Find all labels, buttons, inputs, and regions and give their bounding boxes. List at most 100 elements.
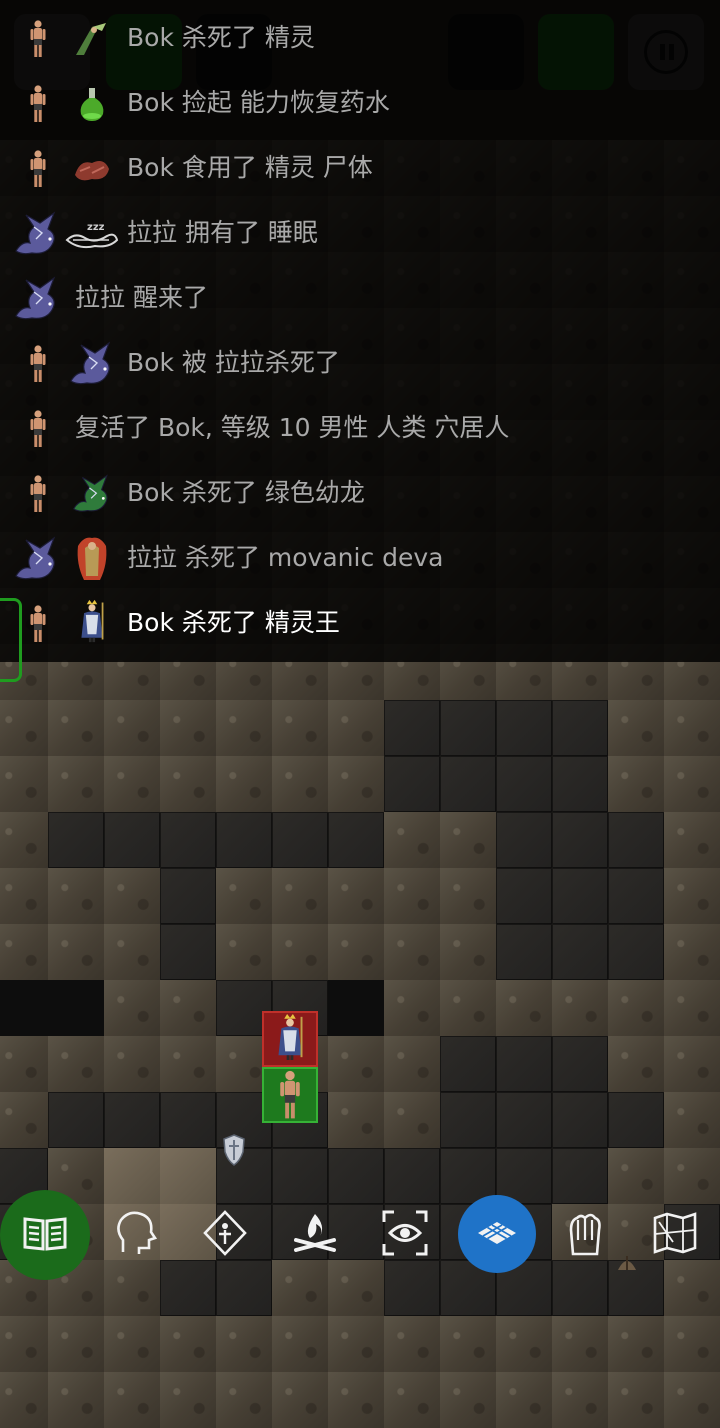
floor-tile[interactable] [216,812,272,868]
rock-wall-tile[interactable] [608,700,664,756]
rock-wall-tile[interactable] [664,700,720,756]
rock-wall-tile[interactable] [608,756,664,812]
log-scroll-marker[interactable] [0,598,22,682]
rock-wall-tile[interactable] [552,1372,608,1428]
rock-wall-tile[interactable] [496,1372,552,1428]
rock-wall-tile[interactable] [664,756,720,812]
rock-wall-tile[interactable] [384,1372,440,1428]
floor-tile[interactable] [160,1092,216,1148]
log-entry[interactable]: Bok 杀死了 精灵 [0,8,720,70]
rock-wall-tile[interactable] [104,756,160,812]
rock-wall-tile[interactable] [104,700,160,756]
rock-wall-tile[interactable] [216,700,272,756]
rock-wall-tile[interactable] [216,1372,272,1428]
rock-wall-tile[interactable] [0,756,48,812]
rock-wall-tile[interactable] [272,868,328,924]
rock-wall-tile[interactable] [384,1036,440,1092]
rock-wall-tile[interactable] [0,1372,48,1428]
rock-wall-tile[interactable] [664,868,720,924]
rock-wall-tile[interactable] [48,1036,104,1092]
rock-wall-tile[interactable] [496,980,552,1036]
floor-tile[interactable] [496,1092,552,1148]
log-entry[interactable]: Bok 食用了 精灵 尸体 [0,138,720,200]
floor-tile[interactable] [552,700,608,756]
rock-wall-tile[interactable] [328,1316,384,1372]
inventory-button[interactable] [540,1190,630,1280]
rock-wall-tile[interactable] [104,1316,160,1372]
rock-wall-tile[interactable] [328,868,384,924]
rock-wall-tile[interactable] [328,1372,384,1428]
rock-wall-tile[interactable] [496,1316,552,1372]
log-entry[interactable]: Bok 杀死了 精灵王 [0,593,720,655]
floor-tile[interactable] [160,812,216,868]
rock-wall-tile[interactable] [216,868,272,924]
rest-button[interactable] [270,1190,360,1280]
rock-wall-tile[interactable] [552,1316,608,1372]
floor-tile[interactable] [608,1092,664,1148]
floor-tile[interactable] [496,812,552,868]
world-map-button[interactable] [630,1190,720,1280]
rock-wall-tile[interactable] [440,868,496,924]
rock-wall-tile[interactable] [216,756,272,812]
floor-tile[interactable] [160,924,216,980]
rock-wall-tile[interactable] [608,1372,664,1428]
floor-tile[interactable] [552,812,608,868]
log-entry[interactable]: Bok 捡起 能力恢复药水 [0,73,720,135]
rock-wall-tile[interactable] [440,812,496,868]
rock-wall-tile[interactable] [384,1316,440,1372]
rock-wall-tile[interactable] [0,812,48,868]
rock-wall-tile[interactable] [160,1372,216,1428]
rock-wall-tile[interactable] [216,1316,272,1372]
rock-wall-tile[interactable] [328,700,384,756]
rock-wall-tile[interactable] [608,1316,664,1372]
floor-tile[interactable] [384,700,440,756]
rock-wall-tile[interactable] [104,924,160,980]
rock-wall-tile[interactable] [160,1036,216,1092]
log-entry[interactable]: 拉拉 杀死了 movanic deva [0,528,720,590]
floor-tile[interactable] [48,812,104,868]
floor-tile[interactable] [552,1036,608,1092]
floor-tile[interactable] [496,1036,552,1092]
floor-tile[interactable] [608,812,664,868]
rock-wall-tile[interactable] [664,1372,720,1428]
rock-wall-tile[interactable] [0,924,48,980]
rock-wall-tile[interactable] [0,868,48,924]
rock-wall-tile[interactable] [664,980,720,1036]
look-button[interactable] [360,1190,450,1280]
floor-tile[interactable] [552,868,608,924]
floor-tile[interactable] [160,868,216,924]
floor-tile[interactable] [552,756,608,812]
log-entry[interactable]: zzz 拉拉 拥有了 睡眠 [0,203,720,265]
void-tile[interactable] [48,980,104,1036]
rock-wall-tile[interactable] [664,1092,720,1148]
log-entry[interactable]: Bok 杀死了 绿色幼龙 [0,463,720,525]
rock-wall-tile[interactable] [664,924,720,980]
floor-tile[interactable] [104,812,160,868]
rock-wall-tile[interactable] [0,1316,48,1372]
abilities-button[interactable] [180,1190,270,1280]
rock-wall-tile[interactable] [328,1092,384,1148]
rock-wall-tile[interactable] [104,1372,160,1428]
log-entry[interactable]: 拉拉 醒来了 [0,268,720,330]
rock-wall-tile[interactable] [48,1372,104,1428]
rock-wall-tile[interactable] [272,1372,328,1428]
floor-tile[interactable] [496,868,552,924]
rock-wall-tile[interactable] [384,924,440,980]
journal-button[interactable] [0,1190,90,1280]
player-character[interactable] [262,1067,318,1123]
rock-wall-tile[interactable] [160,980,216,1036]
rock-wall-tile[interactable] [272,756,328,812]
rock-wall-tile[interactable] [384,812,440,868]
rock-wall-tile[interactable] [48,924,104,980]
floor-tile[interactable] [496,700,552,756]
rock-wall-tile[interactable] [440,1316,496,1372]
rock-wall-tile[interactable] [160,1316,216,1372]
rock-wall-tile[interactable] [664,1036,720,1092]
rock-wall-tile[interactable] [664,1316,720,1372]
log-entry[interactable]: 复活了 Bok, 等级 10 男性 人类 穴居人 [0,398,720,460]
elf-king-enemy[interactable] [262,1011,318,1067]
rock-wall-tile[interactable] [104,980,160,1036]
rock-wall-tile[interactable] [272,700,328,756]
void-tile[interactable] [328,980,384,1036]
rock-wall-tile[interactable] [48,868,104,924]
